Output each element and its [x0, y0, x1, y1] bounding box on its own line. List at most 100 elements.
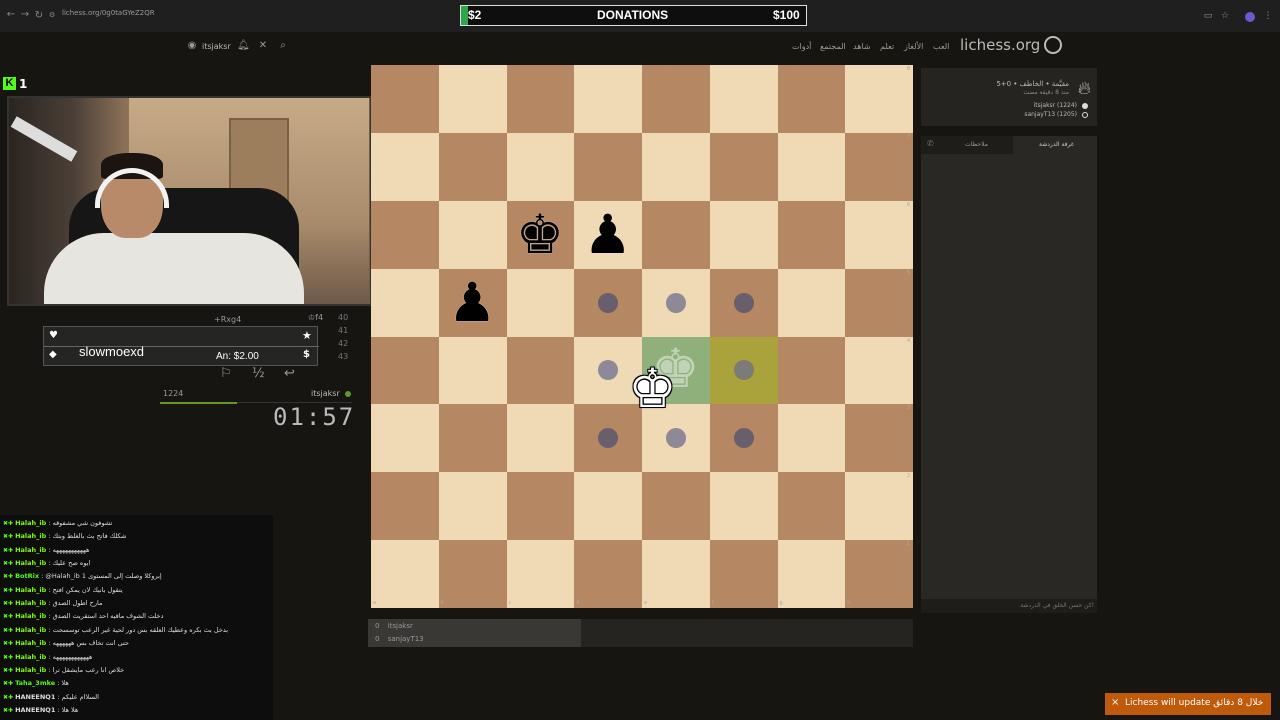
- chess-board[interactable]: a b c d e f g h 8 7 6 5 4 3 2 1 ♚ ♚ ♟ ♟ ♚: [371, 65, 913, 608]
- board-square[interactable]: [709, 540, 778, 608]
- user-icon[interactable]: ◉: [186, 40, 198, 52]
- white-king-icon[interactable]: ♚: [619, 361, 686, 416]
- board-square[interactable]: [371, 404, 439, 473]
- nav-community[interactable]: المجتمع: [820, 42, 846, 51]
- chat-username[interactable]: Halah_ib: [15, 546, 46, 554]
- board-square[interactable]: [777, 200, 846, 269]
- board-square[interactable]: [371, 540, 439, 608]
- chat-username[interactable]: Halah_ib: [15, 599, 46, 607]
- menu-icon[interactable]: ⋮: [1262, 10, 1274, 22]
- chat-input[interactable]: كن حسن الخلق في الدردشة!: [921, 599, 1097, 613]
- forward-button[interactable]: →: [18, 8, 32, 22]
- board-square[interactable]: [574, 65, 642, 133]
- tab-notes[interactable]: ملاحظات: [965, 141, 988, 148]
- legal-move-dot[interactable]: [665, 292, 686, 313]
- board-square[interactable]: [777, 268, 846, 337]
- tab-chat-room[interactable]: غرفة الدردشة: [1039, 141, 1074, 148]
- board-square[interactable]: [777, 65, 846, 133]
- board-square[interactable]: [371, 268, 439, 337]
- chat-username[interactable]: Halah_ib: [15, 559, 46, 567]
- board-square[interactable]: [709, 65, 778, 133]
- chat-username[interactable]: BotRix: [15, 572, 39, 580]
- clock-player-name[interactable]: itsjaksr: [311, 389, 340, 398]
- resign-flag-icon[interactable]: ⚐: [220, 366, 232, 381]
- board-square[interactable]: [506, 404, 575, 473]
- bell-icon[interactable]: 🔔︎: [237, 40, 250, 52]
- board-square[interactable]: [506, 65, 575, 133]
- board-square[interactable]: [506, 268, 575, 337]
- board-square[interactable]: [845, 132, 913, 201]
- chat-username[interactable]: Halah_ib: [15, 666, 46, 674]
- chat-username[interactable]: Halah_ib: [15, 586, 46, 594]
- nav-learn[interactable]: تعلم: [880, 42, 894, 51]
- board-square[interactable]: [438, 404, 507, 473]
- board-square[interactable]: [506, 336, 575, 405]
- board-square[interactable]: [845, 65, 913, 133]
- board-square[interactable]: [371, 336, 439, 405]
- legal-move-dot[interactable]: [733, 428, 754, 449]
- board-square[interactable]: [777, 404, 846, 473]
- chat-username[interactable]: Taha_3mke: [15, 679, 55, 687]
- board-square[interactable]: [438, 200, 507, 269]
- board-square[interactable]: [709, 472, 778, 541]
- phone-icon[interactable]: ✆: [927, 139, 934, 148]
- offer-draw-button[interactable]: ½: [252, 366, 265, 381]
- site-info-icon[interactable]: ⚙: [49, 11, 55, 19]
- star-icon[interactable]: ☆: [1219, 10, 1231, 22]
- legal-move-dot[interactable]: [733, 360, 754, 381]
- board-square[interactable]: [642, 132, 710, 201]
- white-player[interactable]: itsjaksr (1224): [1034, 102, 1077, 109]
- board-square[interactable]: [845, 472, 913, 541]
- chat-username[interactable]: Halah_ib: [15, 532, 46, 540]
- reload-button[interactable]: ↻: [32, 9, 46, 23]
- back-button[interactable]: ←: [4, 8, 18, 22]
- crosstable-row[interactable]: 0 itsjaksr: [375, 622, 413, 630]
- board-square[interactable]: [574, 540, 642, 608]
- board-square[interactable]: [777, 132, 846, 201]
- user-menu[interactable]: itsjaksr: [202, 42, 231, 51]
- chat-username[interactable]: Halah_ib: [15, 626, 46, 634]
- board-square[interactable]: [845, 268, 913, 337]
- board-square[interactable]: [438, 472, 507, 541]
- board-square[interactable]: [845, 540, 913, 608]
- black-pawn-icon[interactable]: ♟: [439, 275, 506, 330]
- board-square[interactable]: [438, 65, 507, 133]
- nav-play[interactable]: العب: [933, 42, 949, 51]
- chat-username[interactable]: Halah_ib: [15, 653, 46, 661]
- chat-username[interactable]: Halah_ib: [15, 519, 46, 527]
- move-san[interactable]: ♔f4: [308, 313, 323, 322]
- board-square[interactable]: [777, 472, 846, 541]
- nav-watch[interactable]: شاهد: [853, 42, 871, 51]
- address-bar[interactable]: lichess.org/0g0taGYeZ2QR: [62, 9, 155, 17]
- board-square[interactable]: [845, 404, 913, 473]
- legal-move-dot[interactable]: [733, 292, 754, 313]
- board-square[interactable]: [709, 200, 778, 269]
- close-icon[interactable]: ×: [1111, 697, 1119, 708]
- board-square[interactable]: [574, 472, 642, 541]
- board-square[interactable]: [777, 336, 846, 405]
- lichess-knight-icon[interactable]: [1044, 36, 1062, 54]
- black-player[interactable]: sanjayT13 (1205): [1024, 111, 1077, 118]
- cast-icon[interactable]: ▭: [1202, 10, 1214, 22]
- update-toast[interactable]: × Lichess will update خلال 8 دقائق: [1105, 693, 1271, 715]
- board-square[interactable]: [371, 472, 439, 541]
- black-king-icon[interactable]: ♚: [507, 207, 574, 262]
- board-square[interactable]: [642, 472, 710, 541]
- chat-username[interactable]: HANEENQ1: [15, 693, 55, 701]
- chat-username[interactable]: HANEENQ1: [15, 706, 55, 714]
- nav-tools[interactable]: أدوات: [792, 42, 811, 51]
- legal-move-dot[interactable]: [598, 292, 619, 313]
- board-square[interactable]: [574, 132, 642, 201]
- board-square[interactable]: [845, 200, 913, 269]
- board-square[interactable]: [642, 200, 710, 269]
- takeback-icon[interactable]: ↩: [284, 366, 295, 381]
- board-square[interactable]: [506, 540, 575, 608]
- chat-username[interactable]: Halah_ib: [15, 612, 46, 620]
- board-square[interactable]: [845, 336, 913, 405]
- search-icon[interactable]: ⌕: [277, 40, 289, 52]
- board-square[interactable]: [438, 540, 507, 608]
- board-square[interactable]: [438, 336, 507, 405]
- board-square[interactable]: [777, 540, 846, 608]
- chat-username[interactable]: Halah_ib: [15, 639, 46, 647]
- board-square[interactable]: [371, 65, 439, 133]
